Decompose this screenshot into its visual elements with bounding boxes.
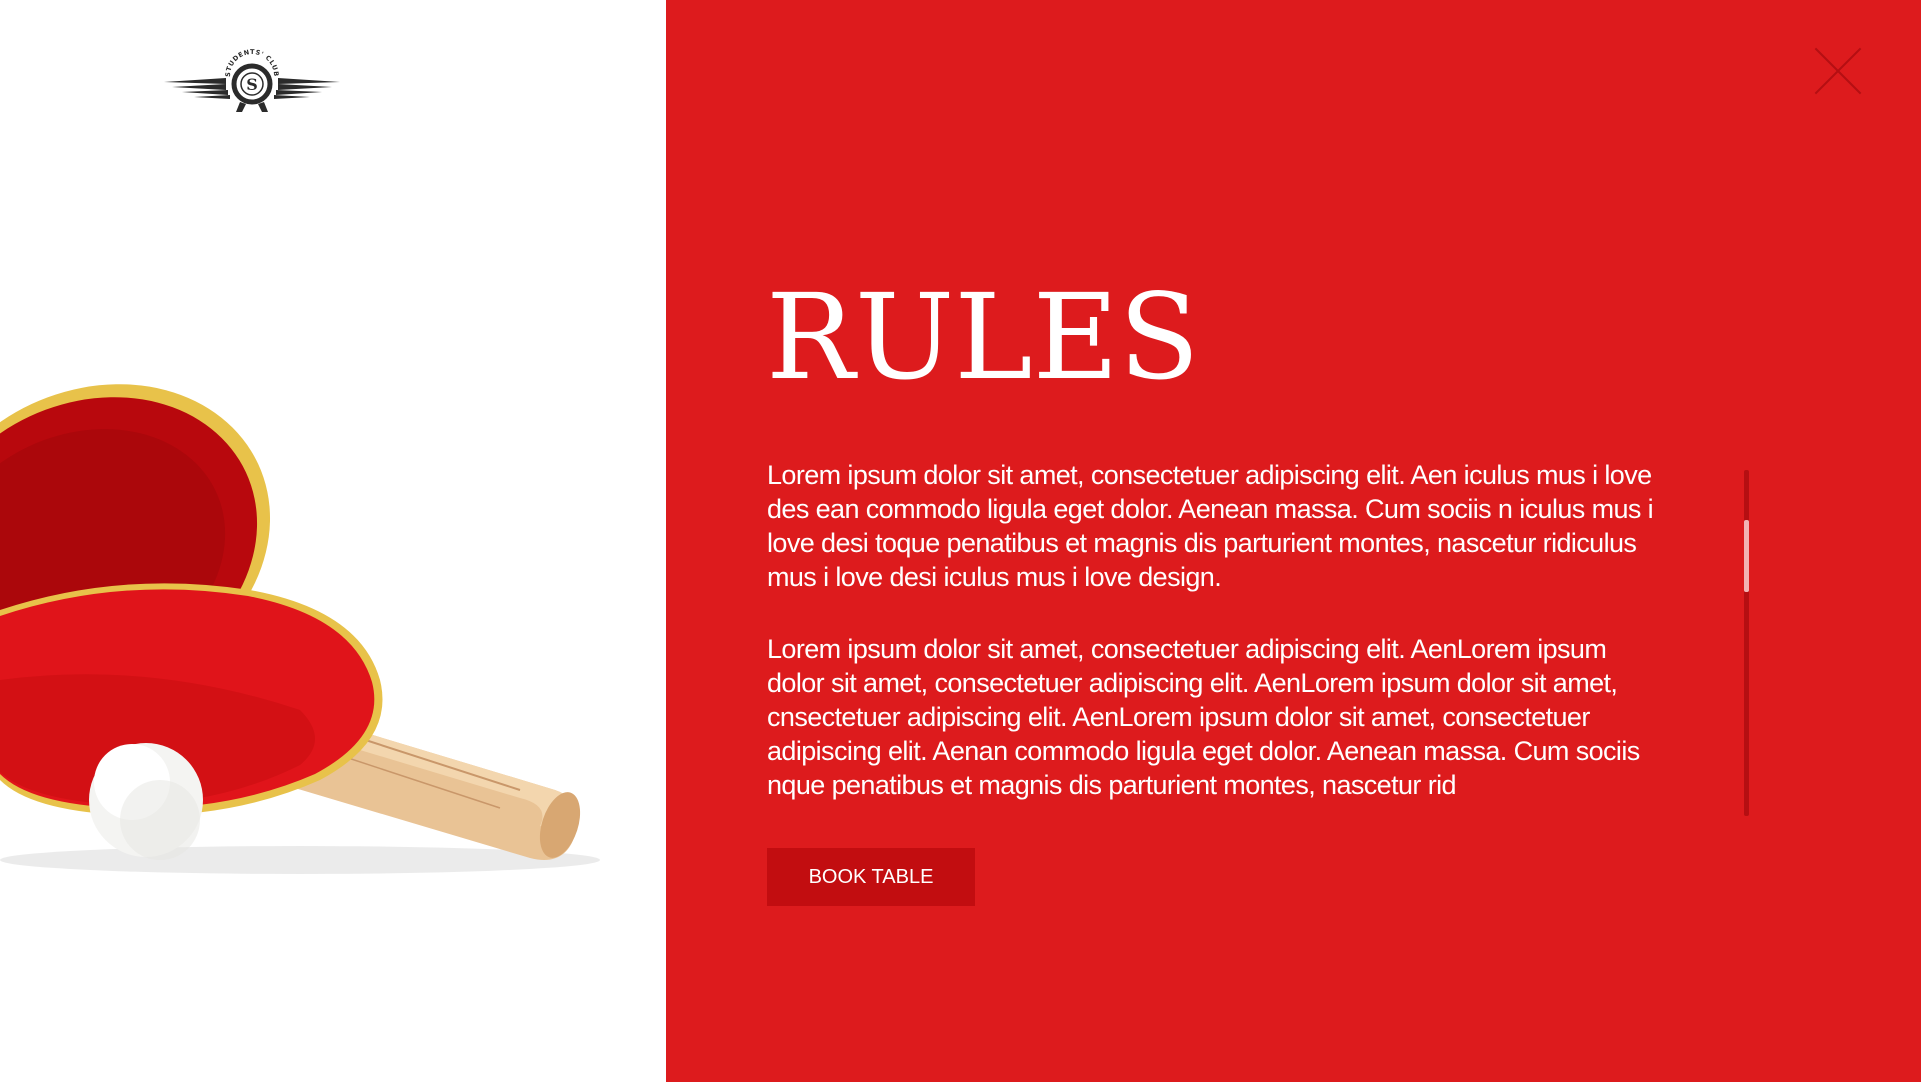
- ping-pong-paddles-image: [0, 384, 600, 874]
- wings-logo-icon[interactable]: S STUDENTS' CLUB: [164, 42, 340, 116]
- image-panel: S STUDENTS' CLUB: [0, 0, 666, 1082]
- book-table-button[interactable]: BOOK TABLE: [767, 848, 975, 906]
- rules-page: S STUDENTS' CLUB RULES Lorem ipsum dolor…: [0, 0, 1921, 1082]
- rules-paragraph: Lorem ipsum dolor sit amet, consectetuer…: [767, 460, 1654, 592]
- scrollbar-thumb[interactable]: [1744, 520, 1749, 592]
- rules-panel: RULES Lorem ipsum dolor sit amet, consec…: [666, 0, 1921, 1082]
- close-icon[interactable]: [1815, 48, 1861, 94]
- rules-paragraph: Lorem ipsum dolor sit amet, consectetuer…: [767, 634, 1640, 800]
- logo-monogram: S: [246, 75, 258, 94]
- page-title: RULES: [766, 268, 1200, 406]
- rules-content: Lorem ipsum dolor sit amet, consectetuer…: [767, 458, 1667, 840]
- content-scrollbar[interactable]: [1744, 470, 1749, 816]
